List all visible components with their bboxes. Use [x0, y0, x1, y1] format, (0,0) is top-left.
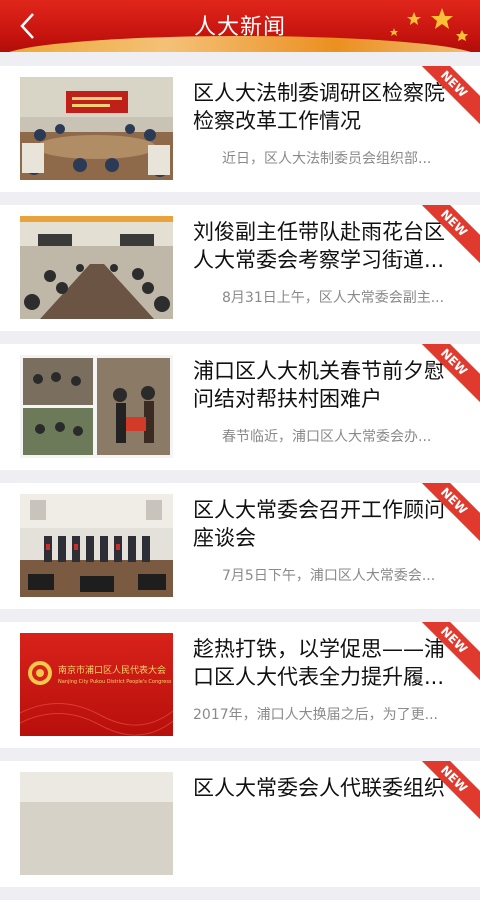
news-thumbnail: 南京市浦口区人民代表大会 Nanjing City Pukou District…: [20, 633, 173, 736]
news-summary: 8月31日上午，区人大常委会副主...: [222, 290, 445, 306]
page-title: 人大新闻: [193, 15, 286, 40]
news-thumbnail: [20, 355, 173, 458]
news-thumbnail: [20, 77, 173, 180]
news-list: 区人大法制委调研区检察院检察改革工作情况 近日，区人大法制委员会组织部... N…: [0, 66, 480, 900]
news-title: 区人大法制委调研区检察院检察改革工作情况: [193, 81, 445, 133]
news-item[interactable]: 区人大法制委调研区检察院检察改革工作情况 近日，区人大法制委员会组织部... N…: [0, 66, 480, 192]
app-header: 人大新闻: [0, 0, 480, 52]
news-title: 浦口区人大机关春节前夕慰问结对帮扶村困难户: [193, 359, 445, 411]
news-item[interactable]: 区人大常委会人代联委组织 NEW: [0, 761, 480, 887]
news-summary: 7月5日下午，浦口区人大常委会...: [222, 568, 436, 584]
news-item[interactable]: 刘俊副主任带队赴雨花台区人大常委会考察学习街道... 8月31日上午，区人大常委…: [0, 205, 480, 331]
news-summary: 春节临近，浦口区人大常委会办...: [222, 429, 432, 445]
news-title: 趁热打铁，以学促思——浦口区人大代表全力提升履...: [193, 637, 445, 689]
news-title: 区人大常委会召开工作顾问座谈会: [193, 498, 445, 550]
thumbnail-caption-en: Nanjing City Pukou District People's Con…: [58, 679, 171, 685]
news-item[interactable]: 区人大常委会召开工作顾问座谈会 7月5日下午，浦口区人大常委会... NEW: [0, 483, 480, 609]
news-summary: 近日，区人大法制委员会组织部...: [222, 151, 432, 167]
news-item[interactable]: 南京市浦口区人民代表大会 Nanjing City Pukou District…: [0, 622, 480, 748]
news-thumbnail: [20, 772, 173, 875]
news-title: 区人大常委会人代联委组织: [193, 776, 445, 800]
news-thumbnail: [20, 216, 173, 319]
thumbnail-caption: 南京市浦口区人民代表大会: [58, 666, 167, 676]
news-summary: 2017年，浦口人大换届之后，为了更...: [193, 707, 438, 723]
news-item[interactable]: 浦口区人大机关春节前夕慰问结对帮扶村困难户 春节临近，浦口区人大常委会办... …: [0, 344, 480, 470]
news-title: 刘俊副主任带队赴雨花台区人大常委会考察学习街道...: [193, 220, 445, 272]
news-thumbnail: [20, 494, 173, 597]
